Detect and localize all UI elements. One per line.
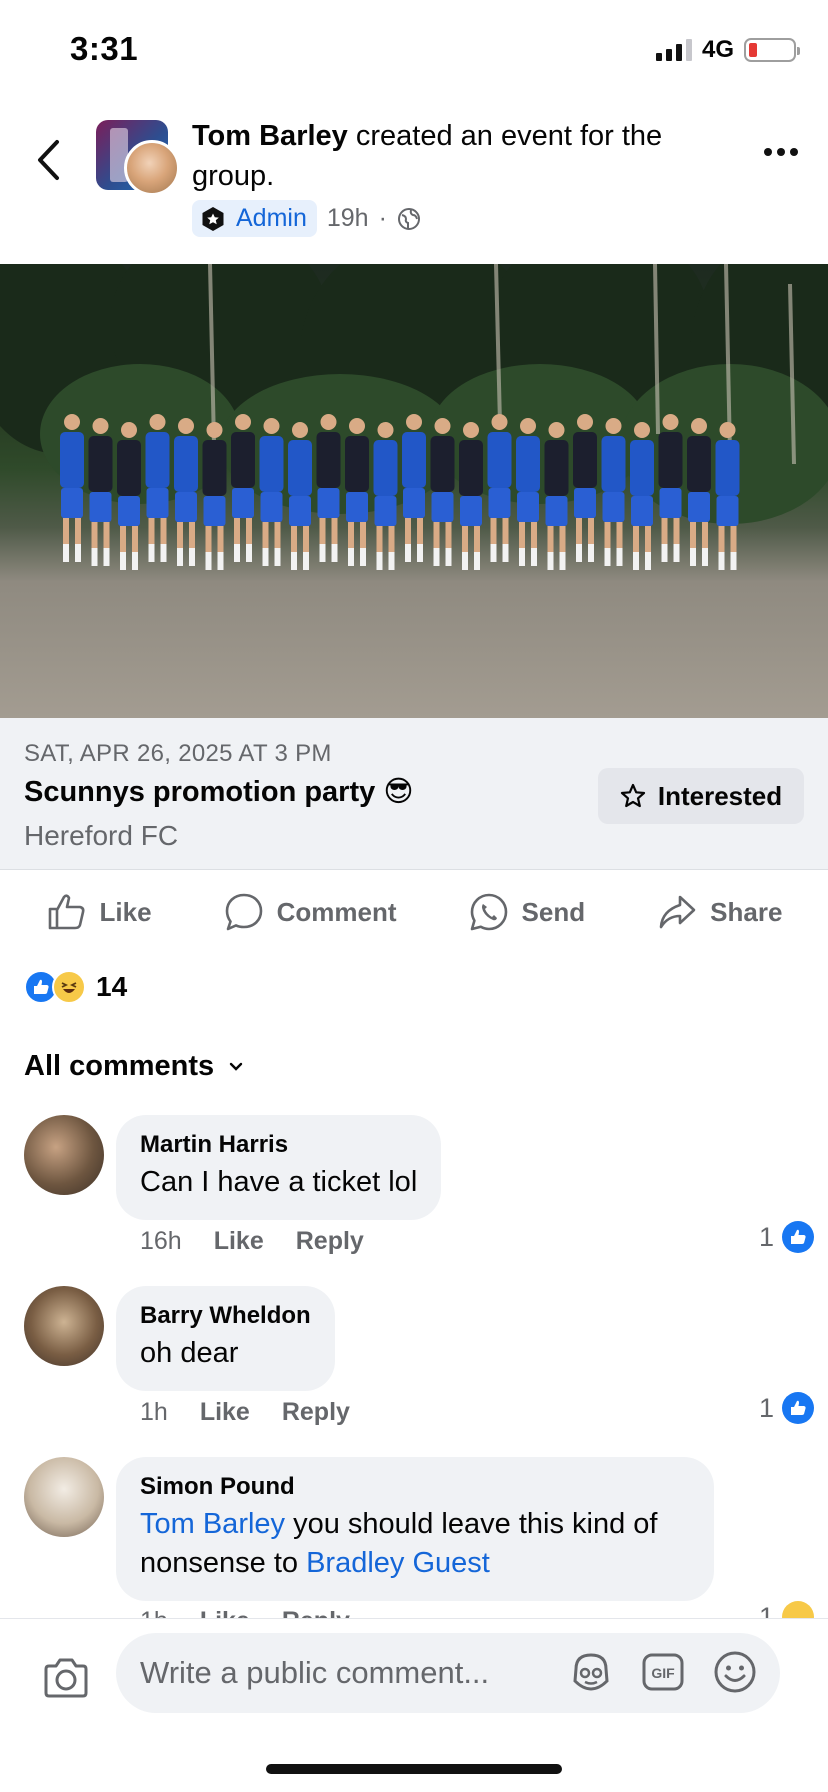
network-label: 4G [701, 36, 734, 63]
comment-time: 1h [140, 1398, 168, 1426]
team-players [60, 414, 740, 570]
author-avatar[interactable] [124, 140, 180, 196]
commenter-name[interactable]: Simon Pound [140, 1473, 690, 1501]
status-indicators: 4G [655, 36, 800, 64]
admin-label: Admin [236, 204, 307, 232]
comment-input[interactable] [140, 1655, 560, 1691]
share-label: Share [710, 896, 783, 927]
share-arrow-icon [659, 895, 696, 929]
comment-bubble-icon [225, 893, 262, 931]
comment-reply-button[interactable]: Reply [296, 1227, 364, 1256]
mention-link[interactable]: Tom Barley [140, 1508, 285, 1540]
signal-icon [655, 39, 692, 61]
comment-input-field[interactable]: GIF [116, 1633, 780, 1713]
event-title: Scunnys promotion party 😎 [24, 776, 414, 808]
commenter-name[interactable]: Martin Harris [140, 1131, 417, 1159]
commenter-avatar[interactable] [24, 1286, 104, 1366]
author-name[interactable]: Tom Barley [192, 120, 348, 152]
mention-link[interactable]: Bradley Guest [306, 1547, 490, 1579]
battery-icon [744, 38, 800, 62]
comment-like-number: 1 [758, 1221, 774, 1252]
post-time: 19h [326, 204, 369, 232]
home-indicator [266, 1764, 562, 1774]
comment-text: Tom Barley you should leave this kind of… [140, 1505, 690, 1583]
share-button[interactable]: Share [656, 891, 782, 933]
admin-badge[interactable]: Admin [192, 200, 317, 237]
reaction-count: 14 [96, 971, 128, 1002]
interested-button[interactable]: Interested [598, 768, 804, 824]
commenter-name[interactable]: Barry Wheldon [140, 1302, 311, 1330]
globe-icon [397, 207, 420, 230]
comment-time: 16h [140, 1227, 182, 1255]
chevron-down-icon [229, 1062, 243, 1071]
comment-bubble[interactable]: Barry Wheldon oh dear [116, 1286, 335, 1391]
comment-meta: 16h Like Reply [140, 1227, 364, 1256]
composer-icons: GIF [566, 1647, 760, 1697]
comment-meta: 1h Like Reply [140, 1398, 350, 1427]
like-reaction-icon [782, 1221, 814, 1253]
like-button[interactable]: Like [46, 891, 152, 933]
commenter-avatar[interactable] [24, 1115, 104, 1195]
post-meta: Admin 19h · [192, 200, 421, 237]
thumbs-up-icon [48, 894, 85, 930]
interested-label: Interested [657, 780, 783, 811]
comment-item: Barry Wheldon oh dear 1h Like Reply 1 [24, 1286, 814, 1436]
chevron-left-icon [38, 140, 59, 180]
avatar-sticker-icon[interactable] [566, 1647, 616, 1697]
svg-text:GIF: GIF [651, 1665, 675, 1681]
post-header: Tom Barley created an event for the grou… [0, 108, 828, 258]
send-button[interactable]: Send [468, 891, 586, 933]
admin-shield-icon [202, 206, 224, 231]
back-button[interactable] [28, 136, 68, 184]
status-time: 3:31 [70, 30, 139, 67]
comment-item: Simon Pound Tom Barley you should leave … [24, 1457, 814, 1635]
camera-icon[interactable] [40, 1653, 92, 1705]
comment-like-count[interactable]: 1 [759, 1221, 814, 1253]
comment-composer: GIF [0, 1618, 828, 1792]
comment-item: Martin Harris Can I have a ticket lol 16… [24, 1115, 814, 1265]
send-label: Send [521, 896, 586, 927]
status-bar: 3:31 4G [0, 0, 828, 100]
comments-filter-label: All comments [24, 1050, 215, 1082]
like-label: Like [99, 896, 152, 927]
comment-like-button[interactable]: Like [200, 1398, 250, 1427]
star-icon [620, 783, 645, 808]
meta-separator: · [378, 204, 387, 232]
whatsapp-icon [470, 893, 507, 931]
like-reaction-icon [782, 1392, 814, 1424]
event-location: Hereford FC [24, 820, 179, 851]
comment-like-count[interactable]: 1 [759, 1392, 814, 1424]
comment-like-button[interactable]: Like [214, 1227, 264, 1256]
comment-label: Comment [276, 896, 397, 927]
event-info-card[interactable]: SAT, APR 26, 2025 AT 3 PM Scunnys promot… [0, 718, 828, 870]
event-date: SAT, APR 26, 2025 AT 3 PM [24, 740, 332, 767]
comment-like-number: 1 [758, 1392, 774, 1423]
reactions-summary[interactable]: 14 [24, 970, 127, 1004]
haha-reaction-icon [52, 970, 86, 1004]
event-photo[interactable] [0, 264, 828, 718]
post-header-text: Tom Barley created an event for the grou… [192, 116, 732, 196]
comment-bubble[interactable]: Martin Harris Can I have a ticket lol [116, 1115, 442, 1220]
gif-icon[interactable]: GIF [638, 1647, 688, 1697]
comment-bubble[interactable]: Simon Pound Tom Barley you should leave … [116, 1457, 714, 1601]
commenter-avatar[interactable] [24, 1457, 104, 1537]
post-actions: Like Comment Send Share [0, 880, 828, 944]
emoji-icon[interactable] [710, 1647, 760, 1697]
comment-reply-button[interactable]: Reply [282, 1398, 350, 1427]
comments-filter-dropdown[interactable]: All comments [24, 1050, 244, 1083]
comment-text: oh dear [140, 1337, 239, 1369]
more-options-button[interactable] [764, 148, 798, 156]
comment-text: Can I have a ticket lol [140, 1166, 418, 1198]
comment-button[interactable]: Comment [223, 891, 397, 933]
